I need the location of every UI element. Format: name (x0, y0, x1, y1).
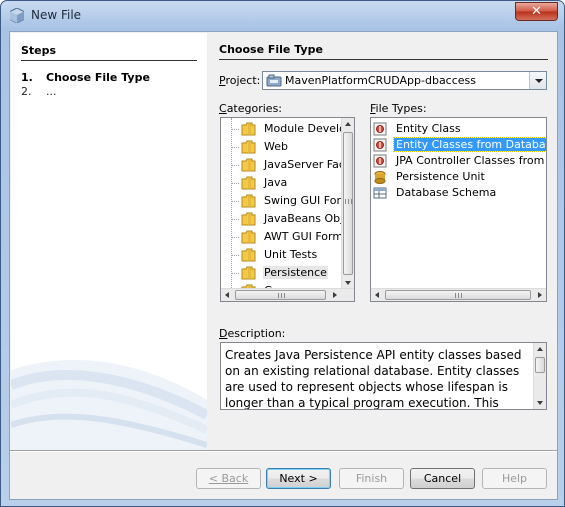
description-scrollbar[interactable] (533, 343, 546, 409)
scroll-thumb[interactable] (235, 290, 326, 300)
project-combobox[interactable]: MavenPlatformCRUDApp-dbaccess (262, 71, 547, 90)
back-button[interactable]: < Back (196, 468, 261, 489)
netbeans-cube-icon (10, 8, 24, 23)
tree-connector (232, 201, 239, 202)
scroll-left-arrow-icon[interactable] (371, 289, 384, 301)
description-label: Description: (219, 327, 286, 340)
step-label: ... (46, 85, 57, 98)
maven-project-icon (266, 74, 282, 87)
file-types-list[interactable]: Entity Class Entity Classes from Database… (370, 117, 547, 302)
scroll-thumb[interactable] (535, 357, 545, 373)
folder-icon (241, 176, 256, 190)
tree-connector (232, 273, 239, 274)
scroll-down-arrow-icon[interactable] (534, 396, 546, 409)
finish-button[interactable]: Finish (339, 468, 404, 489)
next-button[interactable]: Next > (266, 468, 331, 489)
title-bar[interactable]: New File ✕ (1, 1, 564, 29)
project-label: Project: (219, 74, 261, 87)
entity-class-icon (373, 154, 387, 168)
tree-connector (232, 237, 239, 238)
project-value: MavenPlatformCRUDApp-dbaccess (285, 74, 477, 87)
step-label: Choose File Type (46, 71, 150, 84)
dialog-body: Steps 1. Choose File Type 2.... Choose Fi… (9, 31, 558, 500)
file-types-horizontal-scrollbar[interactable] (371, 288, 546, 301)
folder-icon (241, 248, 256, 262)
step-1: 1. Choose File Type (21, 71, 150, 84)
scroll-right-arrow-icon[interactable] (533, 289, 546, 301)
steps-divider (21, 60, 197, 61)
tree-connector (232, 165, 239, 166)
file-types-label: File Types: (370, 102, 427, 115)
tree-connector (232, 147, 239, 148)
folder-icon (241, 212, 256, 226)
file-type-label: JPA Controller Classes from Entit (396, 154, 546, 167)
entity-class-icon (373, 122, 387, 136)
scroll-right-arrow-icon[interactable] (328, 289, 341, 301)
entity-class-icon (373, 138, 387, 152)
scroll-left-arrow-icon[interactable] (221, 289, 234, 301)
button-bar-divider-highlight (10, 451, 557, 452)
folder-icon (241, 122, 256, 136)
tree-connector (231, 118, 232, 288)
categories-vertical-scrollbar[interactable] (341, 118, 354, 289)
pane-divider (219, 59, 548, 60)
categories-horizontal-scrollbar[interactable] (221, 288, 354, 301)
categories-tree[interactable]: Module Develop Web JavaServer Face Java Swin… (220, 117, 355, 302)
tree-connector (232, 183, 239, 184)
step-number: 2. (21, 85, 32, 98)
help-button[interactable]: Help (482, 468, 547, 489)
steps-heading: Steps (21, 44, 57, 57)
description-area[interactable]: Creates Java Persistence API entity clas… (220, 342, 547, 410)
persistence-unit-icon (374, 171, 386, 184)
scroll-up-arrow-icon[interactable] (534, 343, 546, 356)
tree-connector (232, 129, 239, 130)
file-type-label: Persistence Unit (396, 170, 485, 183)
folder-icon (241, 194, 256, 208)
decorative-swoosh (11, 360, 207, 450)
chevron-down-icon[interactable] (529, 72, 546, 89)
steps-panel: Steps 1. Choose File Type 2.... (11, 33, 207, 450)
category-label: Swing GUI Form (264, 194, 352, 207)
tree-connector (232, 219, 239, 220)
window-title: New File (31, 8, 82, 22)
category-label: JavaBeans Obje (264, 212, 350, 225)
step-number: 1. (21, 71, 33, 84)
categories-label: Categories: (219, 102, 283, 115)
description-text: Creates Java Persistence API entity clas… (225, 348, 522, 410)
category-label: JavaServer Face (264, 158, 352, 171)
new-file-dialog: New File ✕ Steps 1. Choose File Type 2...… (0, 0, 565, 507)
cancel-button[interactable]: Cancel (410, 468, 475, 489)
folder-icon (241, 158, 256, 172)
category-label: Unit Tests (264, 248, 318, 261)
database-schema-icon (373, 187, 387, 199)
file-type-label: Entity Class (396, 122, 461, 135)
file-type-label: Database Schema (396, 186, 497, 199)
step-2: 2.... (21, 85, 57, 98)
folder-icon (241, 140, 256, 154)
pane-heading: Choose File Type (219, 43, 323, 56)
category-label: Web (264, 140, 288, 153)
folder-icon (241, 266, 256, 280)
folder-icon (241, 230, 256, 244)
scroll-up-arrow-icon[interactable] (342, 118, 354, 131)
close-button[interactable]: ✕ (515, 2, 558, 21)
tree-connector (232, 255, 239, 256)
file-type-label: Entity Classes from Database (392, 137, 546, 152)
category-label: Java (264, 176, 288, 189)
scroll-thumb[interactable] (385, 290, 531, 300)
category-label: AWT GUI Forms (264, 230, 349, 243)
category-label: Persistence (263, 266, 328, 279)
scroll-thumb[interactable] (343, 132, 353, 275)
